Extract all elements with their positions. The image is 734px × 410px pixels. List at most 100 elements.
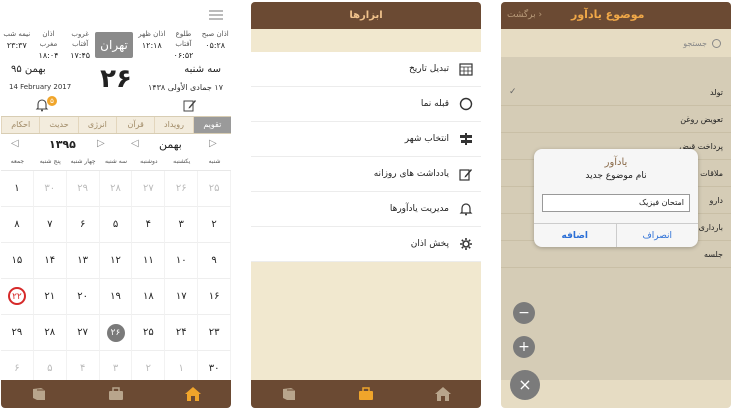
day-cell[interactable]: ۱۴ [33, 243, 67, 279]
day-cell[interactable]: ۵ [99, 207, 133, 243]
day-cell[interactable]: ۲۶ [165, 171, 199, 207]
day-cell[interactable]: ۱۸ [132, 279, 166, 315]
tab-book[interactable] [251, 380, 328, 408]
day-cell[interactable]: ۲۸ [33, 315, 67, 351]
day-cell[interactable]: ۱۰ [165, 243, 199, 279]
day-cell[interactable]: ۱ [1, 171, 34, 207]
city-button[interactable]: تهران [95, 32, 133, 58]
edit-note-icon[interactable] [183, 98, 197, 112]
tab-events[interactable]: رویداد [154, 117, 192, 133]
notification-badge: ۵ [47, 96, 57, 106]
gregorian-date: 14 February 2017 [9, 83, 72, 91]
weekday-name: دوشنبه [140, 158, 158, 165]
year-label: ۱۳۹۵ [49, 138, 76, 151]
bottom-tab-bar [1, 380, 231, 408]
topic-item[interactable]: تعویض روغن [501, 106, 731, 133]
day-cell[interactable]: ۸ [1, 207, 34, 243]
tab-book[interactable] [1, 380, 78, 408]
tool-item-city[interactable]: انتخاب شهر [251, 122, 481, 157]
day-cell[interactable]: ۱۶ [198, 279, 231, 315]
top-bar [1, 2, 231, 30]
day-cell[interactable]: ۷ [33, 207, 67, 243]
prayer-time-sunset: غروب آفتاب ۱۷:۴۵ [70, 30, 91, 60]
cancel-button[interactable]: انصراف [617, 224, 699, 247]
search-bar[interactable]: جستجو [501, 29, 731, 57]
day-cell[interactable]: ۹ [198, 243, 231, 279]
weekday-name: چهار شنبه [70, 158, 96, 165]
tool-item-qibla[interactable]: قبله نما [251, 87, 481, 122]
day-cell[interactable]: ۶ [66, 207, 100, 243]
tab-tools[interactable] [78, 380, 155, 408]
dialog-buttons: اضافه انصراف [534, 223, 698, 247]
day-cell[interactable]: ۲۳ [198, 315, 231, 351]
day-cell[interactable]: ۲ [198, 207, 231, 243]
home-icon [434, 387, 451, 401]
day-cell[interactable]: ۲۰ [66, 279, 100, 315]
today-day-number: ۲۶ [100, 64, 132, 94]
paper-background [251, 264, 481, 380]
tool-item-azan[interactable]: پخش اذان [251, 227, 481, 262]
tool-item-reminders[interactable]: مدیریت یادآورها [251, 192, 481, 227]
day-cell[interactable]: ۲۵ [198, 171, 231, 207]
tool-label: پخش اذان [410, 239, 449, 249]
calendar-screen: اذان صبح ۰۵:۲۸ طلوع آفتاب ۰۶:۵۲ اذان ظهر ۱۲… [1, 2, 231, 408]
day-cell[interactable]: ۲۹ [66, 171, 100, 207]
day-cell[interactable]: ۳ [165, 207, 199, 243]
back-label: برگشت [507, 10, 536, 20]
prev-month-arrow[interactable]: ◁ [131, 138, 139, 149]
tab-home[interactable] [404, 380, 481, 408]
day-cell[interactable]: ۳۰ [33, 171, 67, 207]
back-button[interactable]: ‹ برگشت [507, 10, 542, 20]
reminder-topic-screen: ‹ برگشت موضوع یادآور جستجو تولد ✓ تعویض ر… [501, 2, 731, 408]
day-cell[interactable]: ۱۳ [66, 243, 100, 279]
remove-topic-button[interactable]: − [513, 302, 535, 324]
weekday-name: یکشنبه [173, 158, 191, 165]
weekday-label: سه شنبه [184, 64, 221, 75]
tab-calendar[interactable]: تقویم [192, 117, 231, 133]
dialog-message: نام موضوع جدید [585, 171, 647, 181]
day-cell[interactable]: ۲۷ [132, 171, 166, 207]
day-cell[interactable]: ۱۹ [99, 279, 133, 315]
menu-icon[interactable] [209, 10, 223, 20]
topic-item[interactable]: تولد ✓ [501, 79, 731, 106]
day-cell[interactable]: ۲۱ [33, 279, 67, 315]
day-cell[interactable]: ۱۲ [99, 243, 133, 279]
weekday-name: جمعه [10, 158, 25, 165]
day-cell-holiday[interactable]: ۲۲ [1, 279, 34, 315]
day-cell[interactable]: ۲۵ [132, 315, 166, 351]
weekday-name: سه شنبه [104, 158, 127, 165]
day-cell[interactable]: ۲۸ [99, 171, 133, 207]
close-menu-button[interactable]: × [510, 370, 540, 400]
tab-quran[interactable]: قرآن [116, 117, 154, 133]
day-cell[interactable]: ۱۷ [165, 279, 199, 315]
page-title: ابزارها [349, 10, 383, 21]
topic-name-input[interactable]: امتحان فیزیک [542, 194, 690, 212]
tab-ahkam[interactable]: احکام [1, 117, 39, 133]
day-cell[interactable]: ۲۴ [165, 315, 199, 351]
tool-item-notes[interactable]: یادداشت های روزانه [251, 157, 481, 192]
prev-year-arrow[interactable]: ◁ [11, 138, 19, 149]
tab-hadith[interactable]: حدیث [39, 117, 77, 133]
weekday-header: شنبه یکشنبه دوشنبه سه شنبه چهار شنبه پنج… [1, 158, 231, 170]
tab-home[interactable] [154, 380, 231, 408]
add-button[interactable]: اضافه [534, 224, 617, 247]
prayer-time-sunrise: طلوع آفتاب ۰۶:۵۲ [173, 30, 194, 60]
calendar-grid: ۲۵ ۲۶ ۲۷ ۲۸ ۲۹ ۳۰ ۱ ۲ ۳ ۴ ۵ ۶ ۷ ۸ ۹ ۱۰ ۱… [1, 170, 231, 387]
day-cell[interactable]: ۲۷ [66, 315, 100, 351]
day-cell[interactable]: ۴ [132, 207, 166, 243]
day-cell-today[interactable]: ۲۶ [99, 315, 133, 351]
next-month-arrow[interactable]: ▷ [209, 138, 217, 149]
tool-label: مدیریت یادآورها [389, 204, 449, 214]
book-icon [33, 388, 46, 400]
tool-item-date-convert[interactable]: تبدیل تاریخ [251, 52, 481, 87]
day-cell[interactable]: ۲۹ [1, 315, 34, 351]
add-topic-button[interactable]: + [513, 336, 535, 358]
paper-background [251, 29, 481, 52]
day-cell[interactable]: ۱۵ [1, 243, 34, 279]
weekday-name: پنج شنبه [39, 158, 61, 165]
tab-energy[interactable]: انرژی [77, 117, 116, 133]
day-cell[interactable]: ۱۱ [132, 243, 166, 279]
tab-tools[interactable] [328, 380, 405, 408]
search-placeholder: جستجو [683, 39, 707, 48]
next-year-arrow[interactable]: ▷ [97, 138, 105, 149]
